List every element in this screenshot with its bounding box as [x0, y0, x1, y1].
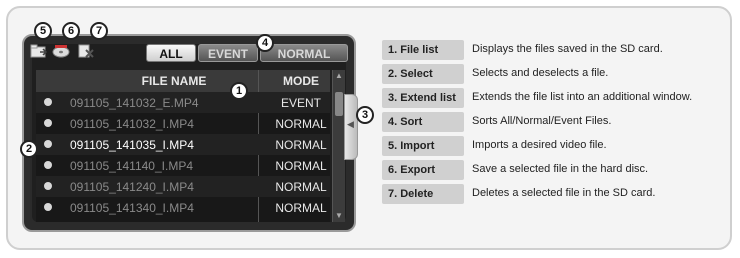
file-mode: EVENT: [280, 96, 321, 110]
tab-event[interactable]: EVENT: [198, 44, 258, 62]
legend-key: 6. Export: [382, 160, 464, 180]
file-name: 091105_141340_I.MP4: [70, 201, 194, 215]
legend-value: Displays the files saved in the SD card.: [472, 43, 663, 55]
select-radio[interactable]: [44, 98, 52, 106]
table-row[interactable]: 091105_141035_I.MP4 NORMAL: [36, 134, 330, 155]
legend-row: 5. Import Imports a desired video file.: [382, 136, 722, 156]
select-radio[interactable]: [44, 161, 52, 169]
callout-select: 2: [20, 140, 38, 158]
disc-export-icon[interactable]: [52, 44, 70, 58]
legend-row: 7. Delete Deletes a selected file in the…: [382, 184, 722, 204]
file-name: 091105_141032_I.MP4: [70, 117, 194, 131]
file-name: 091105_141035_I.MP4: [70, 138, 194, 152]
list-rows: 091105_141032_E.MP4 EVENT 091105_141032_…: [36, 92, 330, 222]
column-mode[interactable]: MODE: [272, 74, 330, 88]
legend-value: Sorts All/Normal/Event Files.: [472, 115, 612, 127]
legend-row: 6. Export Save a selected file in the ha…: [382, 160, 722, 180]
file-mode: NORMAL: [275, 201, 327, 215]
table-row[interactable]: 091105_141032_E.MP4 EVENT: [36, 92, 330, 113]
legend-row: 4. Sort Sorts All/Normal/Event Files.: [382, 112, 722, 132]
select-radio[interactable]: [44, 119, 52, 127]
file-mode: NORMAL: [275, 159, 327, 173]
table-row[interactable]: 091105_141140_I.MP4 NORMAL: [36, 155, 330, 176]
table-row[interactable]: 091105_141240_I.MP4 NORMAL: [36, 176, 330, 197]
scroll-thumb[interactable]: [335, 92, 343, 116]
legend-value: Save a selected file in the hard disc.: [472, 163, 649, 175]
legend-row: 3. Extend list Extends the file list int…: [382, 88, 722, 108]
file-list: FILE NAME MODE 091105_141032_E.MP4 EVENT…: [36, 70, 330, 222]
legend-key: 7. Delete: [382, 184, 464, 204]
legend-row: 2. Select Selects and deselects a file.: [382, 64, 722, 84]
callout-import: 5: [34, 22, 52, 40]
table-row[interactable]: 091105_141340_I.MP4 NORMAL: [36, 197, 330, 218]
tab-all[interactable]: ALL: [146, 44, 196, 62]
scroll-down-icon[interactable]: ▼: [334, 211, 344, 221]
callout-file-list: 1: [230, 82, 248, 100]
file-mode: NORMAL: [275, 180, 327, 194]
legend-key: 4. Sort: [382, 112, 464, 132]
legend-key: 2. Select: [382, 64, 464, 84]
callout-extend: 3: [356, 106, 374, 124]
chevron-left-icon: ◀: [347, 119, 354, 129]
legend-value: Extends the file list into an additional…: [472, 91, 693, 103]
callout-sort: 4: [256, 34, 274, 52]
legend-key: 3. Extend list: [382, 88, 464, 108]
file-delete-icon[interactable]: [77, 44, 95, 58]
legend-value: Selects and deselects a file.: [472, 67, 609, 79]
select-radio[interactable]: [44, 140, 52, 148]
extend-list-button[interactable]: ◀: [344, 94, 358, 160]
legend-key: 5. Import: [382, 136, 464, 156]
callout-delete: 7: [90, 22, 108, 40]
legend-row: 1. File list Displays the files saved in…: [382, 40, 722, 60]
file-mode: NORMAL: [275, 117, 327, 131]
list-header: FILE NAME MODE: [36, 70, 330, 92]
select-radio[interactable]: [44, 182, 52, 190]
callout-export: 6: [62, 22, 80, 40]
legend-key: 1. File list: [382, 40, 464, 60]
file-name: 091105_141032_E.MP4: [70, 96, 199, 110]
legend-value: Deletes a selected file in the SD card.: [472, 187, 656, 199]
select-radio[interactable]: [44, 203, 52, 211]
file-mode: NORMAL: [275, 138, 327, 152]
legend-value: Imports a desired video file.: [472, 139, 607, 151]
file-name: 091105_141140_I.MP4: [70, 159, 193, 173]
folder-import-icon[interactable]: [30, 44, 48, 58]
table-row[interactable]: 091105_141032_I.MP4 NORMAL: [36, 113, 330, 134]
file-name: 091105_141240_I.MP4: [70, 180, 194, 194]
scroll-up-icon[interactable]: ▲: [334, 71, 344, 81]
